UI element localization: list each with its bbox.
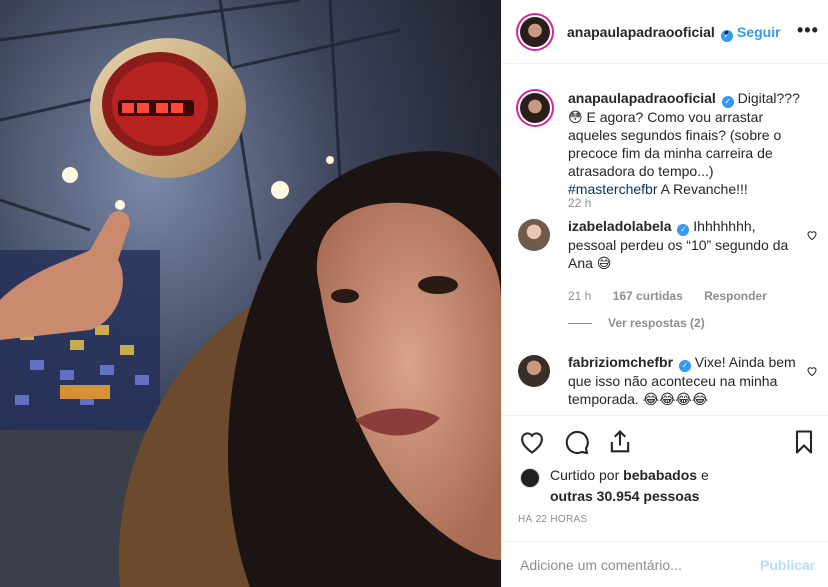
comment-username[interactable]: izabeladolabela xyxy=(568,218,671,234)
caption-avatar[interactable] xyxy=(516,89,554,127)
post-actions: Curtido por bebabados e outras 30.954 pe… xyxy=(502,415,828,525)
replies-line xyxy=(568,323,592,325)
follow-button[interactable]: Seguir xyxy=(737,24,781,40)
view-replies[interactable]: Ver respostas (2) xyxy=(568,316,705,330)
separator-dot: • xyxy=(724,24,729,40)
caption-text: anapaulapadraooficial ✓ Digital??? 😳 E a… xyxy=(568,90,800,197)
liker-username[interactable]: bebabados xyxy=(623,467,697,483)
commenter-avatar[interactable] xyxy=(518,355,550,387)
author-username[interactable]: anapaulapadraooficial ✓ xyxy=(567,24,733,42)
comment-username[interactable]: fabriziomchefbr xyxy=(568,354,673,370)
comments-list[interactable]: anapaulapadraooficial ✓ Digital??? 😳 E a… xyxy=(502,65,828,415)
post-photo[interactable] xyxy=(0,0,501,587)
publish-button[interactable]: Publicar xyxy=(760,557,815,573)
like-comment-heart-icon[interactable] xyxy=(806,229,818,241)
comment-meta: 21 h 167 curtidas Responder xyxy=(568,289,785,303)
comment-input[interactable]: Adicione um comentário... xyxy=(520,557,682,573)
post-sidebar: anapaulapadraooficial ✓ • Seguir ••• ana… xyxy=(501,0,828,587)
countdown-clock xyxy=(90,38,246,178)
comment-time[interactable]: 21 h xyxy=(568,289,591,303)
caption-meta: 22 h xyxy=(568,196,609,210)
caption-time[interactable]: 22 h xyxy=(568,196,591,210)
post-timestamp[interactable]: HÁ 22 HORAS xyxy=(518,514,587,525)
author-avatar[interactable] xyxy=(516,13,554,51)
add-comment-bar: Adicione um comentário... Publicar xyxy=(502,541,828,587)
instagram-post: anapaulapadraooficial ✓ • Seguir ••• ana… xyxy=(0,0,828,587)
post-header: anapaulapadraooficial ✓ • Seguir ••• xyxy=(502,0,828,64)
bookmark-icon[interactable] xyxy=(790,428,818,456)
verified-icon: ✓ xyxy=(677,224,690,236)
commenter-avatar[interactable] xyxy=(518,219,550,251)
selfie-image xyxy=(0,0,501,587)
comment-text: fabriziomchefbr ✓ Vixe! Ainda bem que is… xyxy=(568,354,796,407)
verified-icon: ✓ xyxy=(678,360,691,372)
like-heart-icon[interactable] xyxy=(518,428,546,456)
likes-count[interactable]: outras 30.954 pessoas xyxy=(550,488,699,504)
comment-text: izabeladolabela ✓ Ihhhhhhh, pessoal perd… xyxy=(568,218,789,271)
liker-avatar[interactable] xyxy=(520,468,540,488)
share-icon[interactable] xyxy=(606,428,634,456)
caption-username[interactable]: anapaulapadraooficial xyxy=(568,90,716,106)
reply-button[interactable]: Responder xyxy=(704,289,767,303)
hashtag-link[interactable]: #masterchefbr xyxy=(568,181,657,197)
like-comment-heart-icon[interactable] xyxy=(806,365,818,377)
verified-icon: ✓ xyxy=(721,96,734,108)
more-options-icon[interactable]: ••• xyxy=(797,20,819,41)
comment-likes[interactable]: 167 curtidas xyxy=(613,289,683,303)
comment-bubble-icon[interactable] xyxy=(562,428,590,456)
